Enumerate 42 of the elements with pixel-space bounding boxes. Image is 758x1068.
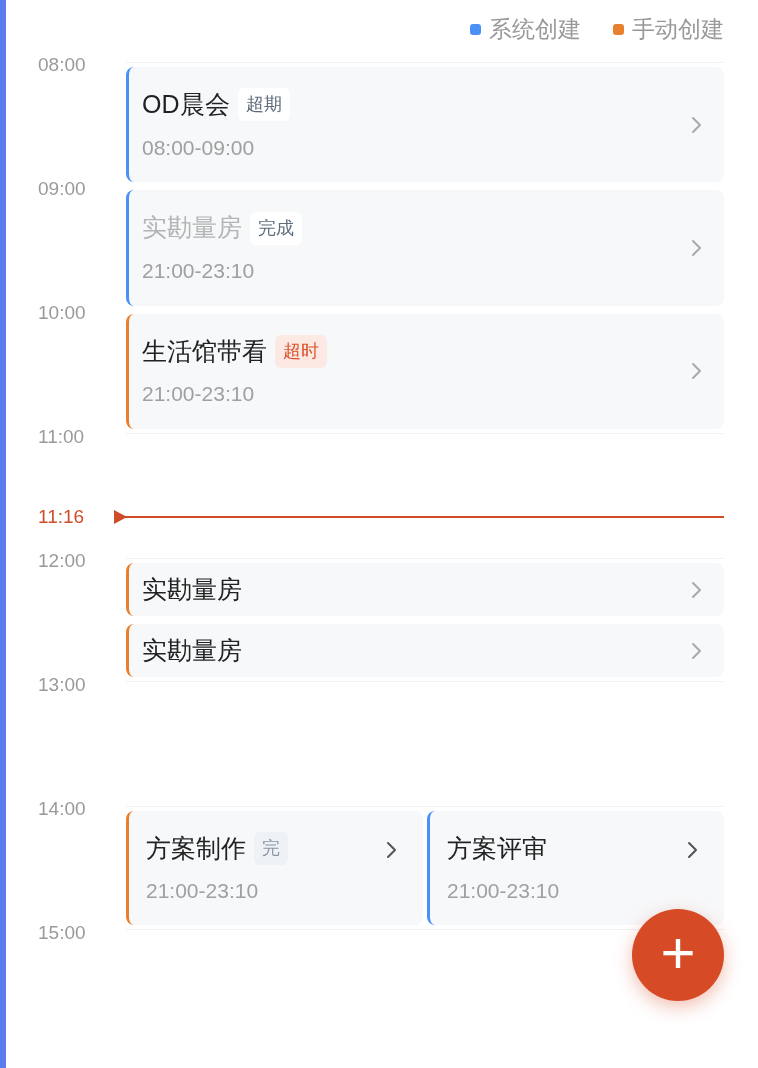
hour-label: 11:00 xyxy=(38,425,85,449)
event-time: 21:00-23:10 xyxy=(142,258,256,284)
event-title: 实勘量房 xyxy=(142,573,242,605)
event-card[interactable]: 实勘量房 完成 21:00-23:10 xyxy=(126,190,724,306)
hour-label: 15:00 xyxy=(38,921,86,945)
event-card[interactable]: 方案制作 完 21:00-23:10 xyxy=(126,811,423,925)
event-title: 实勘量房 xyxy=(142,212,242,244)
event-card[interactable]: 生活馆带看 超时 21:00-23:10 xyxy=(126,313,724,429)
chevron-right-icon xyxy=(691,115,702,134)
legend-label: 系统创建 xyxy=(489,14,581,44)
event-title: 实勘量房 xyxy=(142,634,242,666)
chevron-right-icon xyxy=(691,580,702,599)
hour-label: 10:00 xyxy=(38,301,86,325)
event-time: 21:00-23:10 xyxy=(447,878,561,904)
event-card[interactable]: OD晨会 超期 08:00-09:00 xyxy=(126,67,724,183)
event-time: 08:00-09:00 xyxy=(142,134,256,161)
status-tag: 超期 xyxy=(237,88,290,122)
event-card[interactable]: 实勘量房 xyxy=(126,624,724,677)
status-tag: 完 xyxy=(254,831,288,865)
hour-label: 08:00 xyxy=(38,53,86,77)
chevron-right-icon xyxy=(386,841,397,859)
chevron-right-icon xyxy=(691,362,702,381)
status-tag: 完成 xyxy=(250,211,302,245)
status-tag: 超时 xyxy=(275,335,327,369)
event-card[interactable]: 实勘量房 xyxy=(126,563,724,616)
event-card[interactable]: 方案评审 21:00-23:10 xyxy=(427,811,724,925)
event-time: 21:00-23:10 xyxy=(146,878,260,904)
event-title: 生活馆带看 xyxy=(142,335,267,367)
event-time: 21:00-23:10 xyxy=(142,381,256,408)
hour-label: 09:00 xyxy=(38,177,86,201)
event-title: 方案评审 xyxy=(447,832,547,864)
hour-label: 14:00 xyxy=(38,797,86,821)
event-title: 方案制作 xyxy=(146,832,246,864)
legend-label: 手动创建 xyxy=(632,14,724,44)
hour-label: 13:00 xyxy=(38,673,86,697)
current-time-label: 11:16 xyxy=(37,504,86,529)
event-title: OD晨会 xyxy=(142,89,230,121)
chevron-right-icon xyxy=(691,641,702,660)
chevron-right-icon xyxy=(687,841,698,859)
chevron-right-icon xyxy=(691,239,702,257)
hour-label: 12:00 xyxy=(38,549,86,573)
add-button[interactable]: + xyxy=(632,909,724,1001)
